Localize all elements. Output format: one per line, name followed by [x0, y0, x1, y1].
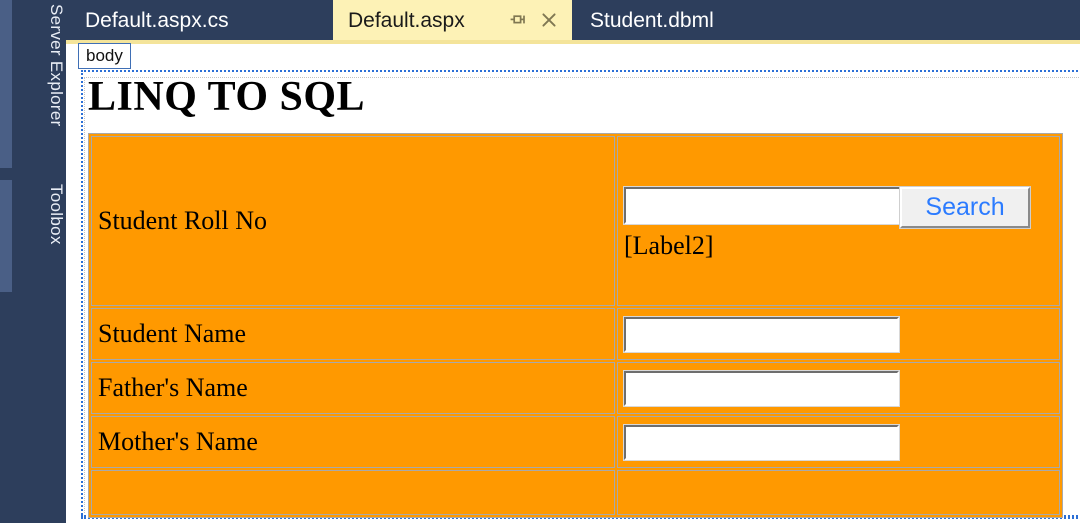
search-button[interactable]: Search: [900, 187, 1030, 228]
student-form-table: Student Roll No Search [Label2] Student …: [88, 133, 1063, 518]
table-row: [91, 470, 1060, 515]
row-label-cell: Student Roll No: [91, 136, 615, 306]
tag-navigator: body: [78, 44, 131, 68]
row-field-cell: [617, 308, 1060, 360]
dock-tab-toolbox[interactable]: Toolbox: [0, 180, 66, 292]
tab-icon-group: [509, 11, 572, 29]
page-title: LINQ TO SQL: [88, 76, 365, 118]
label-student-roll-no: Student Roll No: [98, 206, 267, 235]
tab-label: Default.aspx: [348, 10, 465, 31]
document-tabstrip: Default.aspx.cs Default.aspx: [66, 0, 1080, 40]
row-label-cell: Father's Name: [91, 362, 615, 414]
row-label-cell: Student Name: [91, 308, 615, 360]
tab-student-dbml[interactable]: Student.dbml: [572, 0, 822, 40]
row-field-cell-empty: [617, 470, 1060, 515]
row-label-cell-empty: [91, 470, 615, 515]
row-field-cell: [617, 416, 1060, 468]
close-icon[interactable]: [540, 11, 558, 29]
label-student-name: Student Name: [98, 319, 246, 348]
search-control-group: Search: [624, 187, 1059, 228]
tab-label: Student.dbml: [590, 10, 714, 31]
label-fathers-name: Father's Name: [98, 373, 248, 402]
designer-surface: body LINQ TO SQL Student Roll No: [66, 44, 1080, 523]
row-field-cell: Search [Label2]: [617, 136, 1060, 306]
mothers-name-input[interactable]: [624, 425, 899, 460]
tab-default-aspx-cs[interactable]: Default.aspx.cs: [66, 0, 333, 40]
table-row: Mother's Name: [91, 416, 1060, 468]
result-label: [Label2]: [624, 233, 1059, 259]
left-dock: Server Explorer Toolbox: [0, 0, 66, 523]
student-name-input[interactable]: [624, 317, 899, 352]
fathers-name-input[interactable]: [624, 371, 899, 406]
table-row: Student Roll No Search [Label2]: [91, 136, 1060, 306]
tabstrip-filler: [888, 0, 1080, 40]
ide-window: Server Explorer Toolbox Default.aspx.cs …: [0, 0, 1080, 523]
tab-default-aspx[interactable]: Default.aspx: [333, 0, 572, 40]
dock-tab-server-explorer[interactable]: Server Explorer: [0, 0, 66, 168]
table-row: Student Name: [91, 308, 1060, 360]
roll-no-input[interactable]: [624, 187, 901, 224]
dock-tab-toolbox-label: Toolbox: [0, 180, 66, 292]
tag-navigator-body-chip[interactable]: body: [78, 43, 131, 69]
tab-label: Default.aspx.cs: [85, 10, 229, 31]
dock-tab-server-explorer-label: Server Explorer: [0, 0, 66, 168]
row-field-cell: [617, 362, 1060, 414]
pin-icon[interactable]: [509, 11, 527, 29]
label-mothers-name: Mother's Name: [98, 427, 258, 456]
table-row: Father's Name: [91, 362, 1060, 414]
row-label-cell: Mother's Name: [91, 416, 615, 468]
